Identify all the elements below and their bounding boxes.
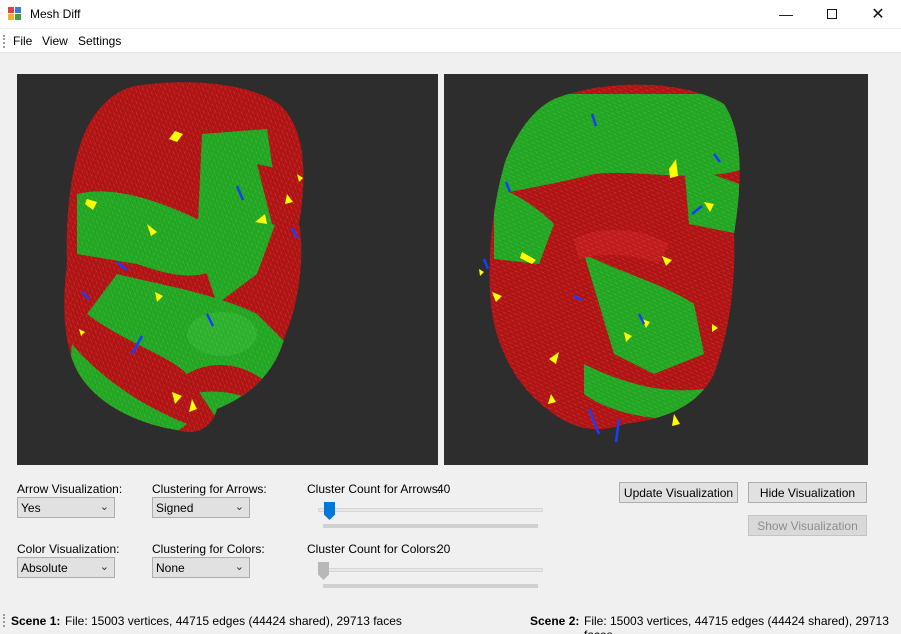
slider-track [318, 568, 543, 572]
scene1-status-text: File: 15003 vertices, 44715 edges (44424… [65, 614, 402, 628]
menu-grip[interactable] [3, 35, 5, 48]
slider-ticks [323, 524, 538, 528]
minimize-icon: — [779, 6, 793, 22]
color-visualization-value: Absolute [21, 561, 68, 575]
clustering-arrows-label: Clustering for Arrows: [152, 482, 267, 496]
app-icon [8, 7, 21, 20]
maximize-button[interactable] [809, 0, 855, 28]
menu-file[interactable]: File [13, 34, 32, 48]
arrow-visualization-label: Arrow Visualization: [17, 482, 123, 496]
show-visualization-button: Show Visualization [748, 515, 867, 536]
clustering-colors-label: Clustering for Colors: [152, 542, 265, 556]
arrow-visualization-select[interactable]: Yes ⌄ [17, 497, 115, 518]
scene1-viewport[interactable] [17, 74, 438, 465]
status-grip [3, 614, 5, 627]
minimize-button[interactable]: — [763, 0, 809, 28]
chevron-down-icon: ⌄ [234, 561, 244, 573]
clustering-colors-select[interactable]: None ⌄ [152, 557, 250, 578]
color-visualization-select[interactable]: Absolute ⌄ [17, 557, 115, 578]
cluster-count-arrows-label: Cluster Count for Arrows: [307, 482, 442, 496]
cluster-count-arrows-value: 40 [437, 482, 451, 496]
status-bar: Scene 1: File: 15003 vertices, 44715 edg… [0, 608, 901, 634]
slider-ticks [323, 584, 538, 588]
slider-thumb[interactable] [324, 502, 335, 520]
title-bar: Mesh Diff — ✕ [0, 0, 901, 28]
slider-track [318, 508, 543, 512]
menu-settings[interactable]: Settings [78, 34, 121, 48]
cluster-count-colors-label: Cluster Count for Colors: [307, 542, 440, 556]
chevron-down-icon: ⌄ [234, 501, 244, 513]
slider-thumb[interactable] [318, 562, 329, 580]
clustering-arrows-select[interactable]: Signed ⌄ [152, 497, 250, 518]
update-visualization-button[interactable]: Update Visualization [619, 482, 738, 503]
clustering-colors-value: None [156, 561, 185, 575]
chevron-down-icon: ⌄ [99, 501, 109, 513]
menu-bar: File View Settings [0, 29, 901, 53]
arrow-visualization-value: Yes [21, 501, 41, 515]
cluster-count-arrows-slider[interactable] [318, 502, 543, 530]
menu-view[interactable]: View [42, 34, 68, 48]
color-visualization-label: Color Visualization: [17, 542, 120, 556]
cluster-count-colors-slider[interactable] [318, 562, 543, 590]
close-button[interactable]: ✕ [855, 0, 901, 28]
window-title: Mesh Diff [30, 7, 81, 21]
scene1-status-label: Scene 1: [11, 614, 61, 628]
clustering-arrows-value: Signed [156, 501, 194, 515]
cluster-count-colors-value: 20 [437, 542, 451, 556]
hide-visualization-button[interactable]: Hide Visualization [748, 482, 867, 503]
chevron-down-icon: ⌄ [99, 561, 109, 573]
scene2-status-label: Scene 2: [530, 614, 580, 628]
scene2-mesh [479, 84, 740, 443]
maximize-icon [827, 9, 837, 19]
close-icon: ✕ [871, 6, 885, 23]
scene2-viewport[interactable] [444, 74, 868, 465]
scene2-status-text: File: 15003 vertices, 44715 edges (44424… [584, 614, 889, 634]
scene1-mesh [64, 82, 304, 433]
